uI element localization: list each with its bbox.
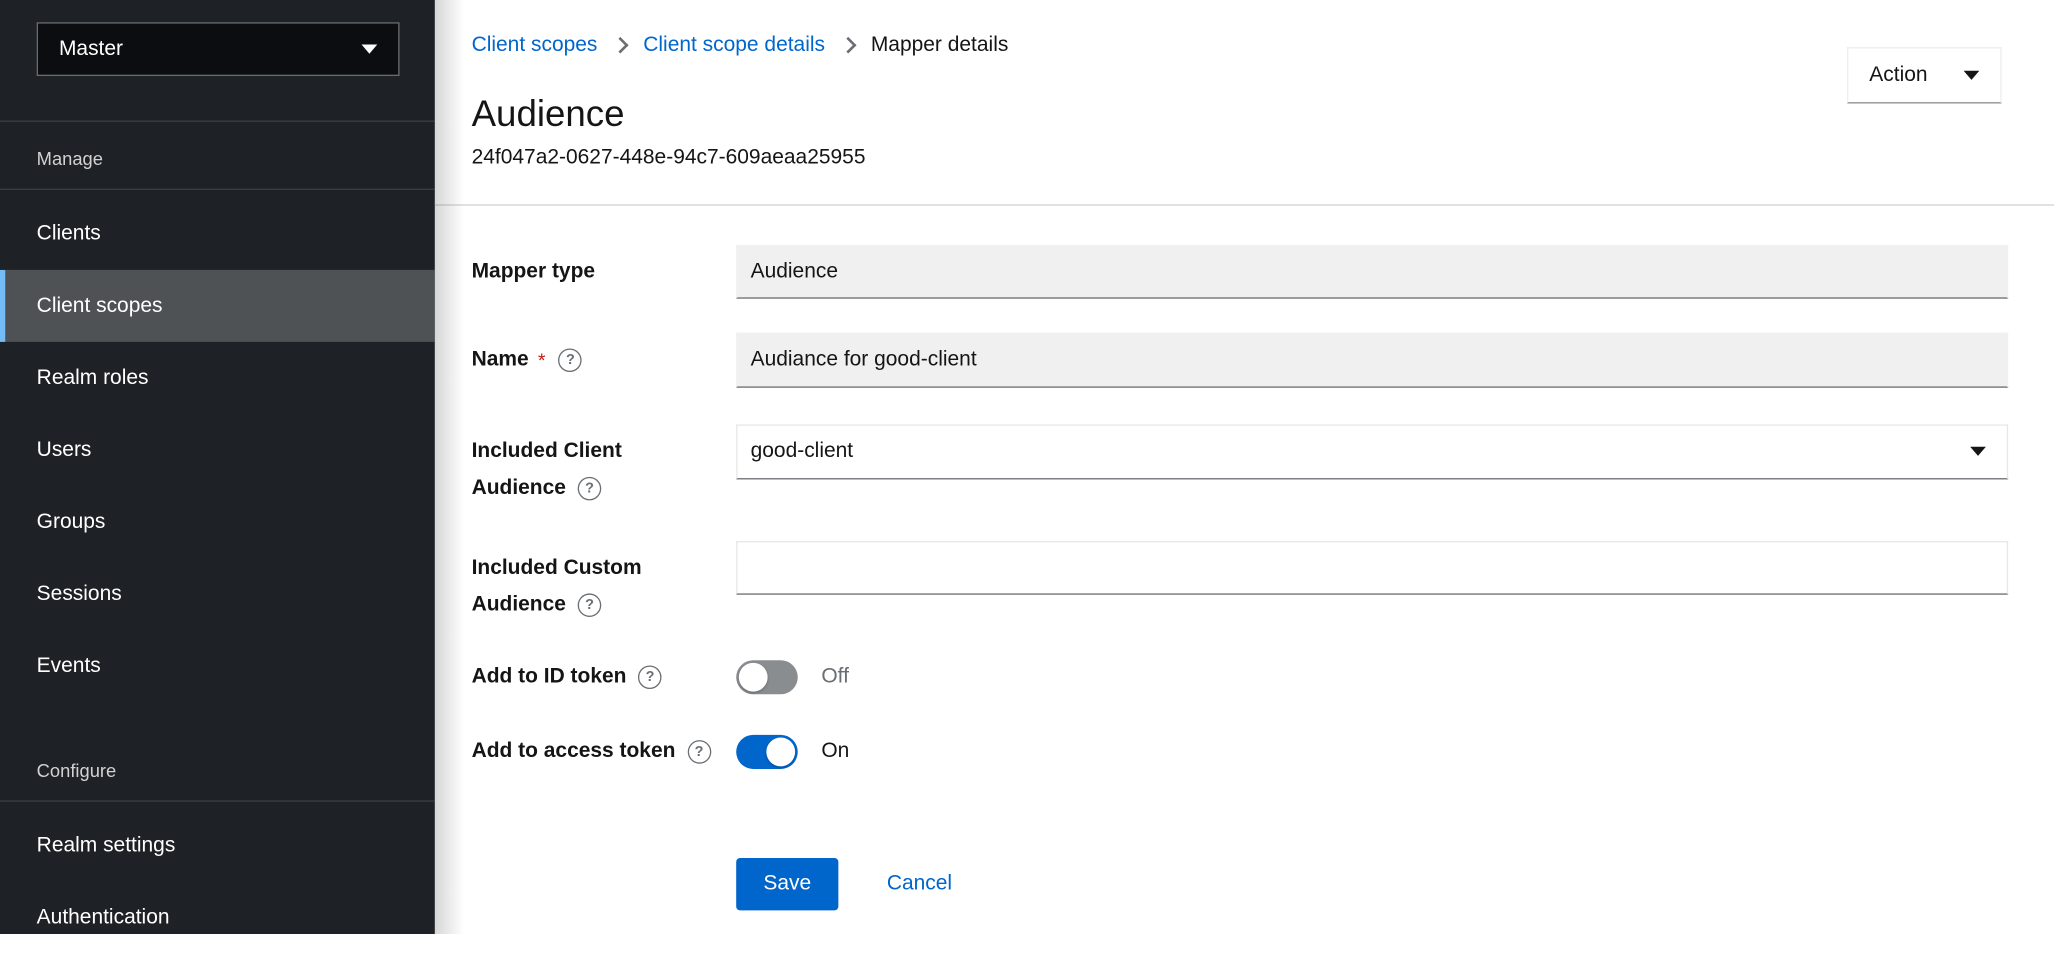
name-input[interactable]: Audiance for good-client <box>736 333 2008 388</box>
help-icon[interactable] <box>559 348 583 372</box>
sidebar-item-authentication[interactable]: Authentication <box>0 882 435 954</box>
included-custom-audience-input[interactable] <box>736 541 2008 595</box>
help-icon[interactable] <box>687 740 711 764</box>
page-header: Client scopes Client scope details Mappe… <box>435 0 2054 206</box>
sidebar: Master Manage Clients Client scopes Real… <box>0 0 435 934</box>
required-asterisk: * <box>538 349 546 371</box>
form-row-add-to-access-token: Add to access token On <box>472 735 2054 769</box>
nav-section-title-configure: Configure <box>0 734 435 802</box>
sidebar-item-client-scopes[interactable]: Client scopes <box>0 270 435 342</box>
breadcrumb-link-client-scope-details[interactable]: Client scope details <box>643 33 825 58</box>
breadcrumb-current-mapper-details: Mapper details <box>871 33 1008 58</box>
included-client-audience-select[interactable]: good-client <box>736 424 2008 479</box>
main-content: Client scopes Client scope details Mappe… <box>435 0 2054 934</box>
included-client-audience-label-line2: Audience <box>472 470 566 507</box>
included-client-audience-value: good-client <box>751 440 854 464</box>
breadcrumb-separator-icon <box>840 37 857 54</box>
save-button[interactable]: Save <box>736 858 838 910</box>
add-to-id-token-state: Off <box>821 660 849 694</box>
sidebar-item-sessions[interactable]: Sessions <box>0 558 435 630</box>
sidebar-item-realm-roles[interactable]: Realm roles <box>0 342 435 414</box>
sidebar-item-clients[interactable]: Clients <box>0 198 435 270</box>
nav-section-configure: Configure Realm settings Authentication <box>0 734 435 954</box>
help-icon[interactable] <box>638 665 662 689</box>
breadcrumb-link-client-scopes[interactable]: Client scopes <box>472 33 598 58</box>
cancel-link[interactable]: Cancel <box>887 872 952 896</box>
included-client-audience-label-line1: Included Client <box>472 434 737 471</box>
help-icon[interactable] <box>578 593 602 617</box>
help-icon[interactable] <box>578 477 602 501</box>
sidebar-item-users[interactable]: Users <box>0 414 435 486</box>
mapper-type-input[interactable]: Audience <box>736 245 2008 299</box>
realm-selector-area: Master <box>0 22 435 122</box>
realm-name: Master <box>59 37 123 61</box>
add-to-access-token-toggle[interactable] <box>736 735 798 769</box>
mapper-type-label: Mapper type <box>472 260 595 284</box>
add-to-id-token-toggle[interactable] <box>736 660 798 694</box>
page-title: Audience <box>472 92 2002 135</box>
breadcrumb: Client scopes Client scope details Mappe… <box>472 33 2002 58</box>
included-custom-audience-label-line1: Included Custom <box>472 550 737 587</box>
name-value: Audiance for good-client <box>751 348 977 372</box>
realm-selector-dropdown[interactable]: Master <box>37 22 400 76</box>
mapper-type-value: Audience <box>751 260 838 284</box>
form-row-included-custom-audience: Included Custom Audience <box>472 541 2054 595</box>
form-actions: Save Cancel <box>736 858 2054 910</box>
nav-section-title-manage: Manage <box>0 122 435 190</box>
chevron-down-icon <box>1964 71 1980 80</box>
mapper-id: 24f047a2-0627-448e-94c7-609aeaa25955 <box>472 145 2002 170</box>
sidebar-item-events[interactable]: Events <box>0 630 435 702</box>
action-dropdown-button[interactable]: Action <box>1847 47 2002 103</box>
name-label: Name <box>472 348 529 372</box>
sidebar-item-realm-settings[interactable]: Realm settings <box>0 810 435 882</box>
chevron-down-icon <box>1970 447 1986 456</box>
form-row-add-to-id-token: Add to ID token Off <box>472 660 2054 694</box>
included-custom-audience-label-line2: Audience <box>472 587 566 624</box>
mapper-details-form: Mapper type Audience Name * <box>435 245 2054 910</box>
breadcrumb-separator-icon <box>612 37 629 54</box>
add-to-id-token-label: Add to ID token <box>472 665 627 689</box>
add-to-access-token-label: Add to access token <box>472 740 676 764</box>
form-row-name: Name * Audiance for good-client <box>472 333 2054 388</box>
toggle-knob <box>766 738 795 767</box>
nav-section-manage: Manage Clients Client scopes Realm roles… <box>0 122 435 702</box>
sidebar-item-groups[interactable]: Groups <box>0 486 435 558</box>
action-button-label: Action <box>1869 64 1927 88</box>
form-row-mapper-type: Mapper type Audience <box>472 245 2054 299</box>
sidebar-nav: Manage Clients Client scopes Realm roles… <box>0 122 435 954</box>
toggle-knob <box>739 663 768 692</box>
form-row-included-client-audience: Included Client Audience good-client <box>472 424 2054 479</box>
add-to-access-token-state: On <box>821 735 849 769</box>
chevron-down-icon <box>362 45 378 54</box>
keycloak-admin-console: Master Manage Clients Client scopes Real… <box>0 0 2054 934</box>
